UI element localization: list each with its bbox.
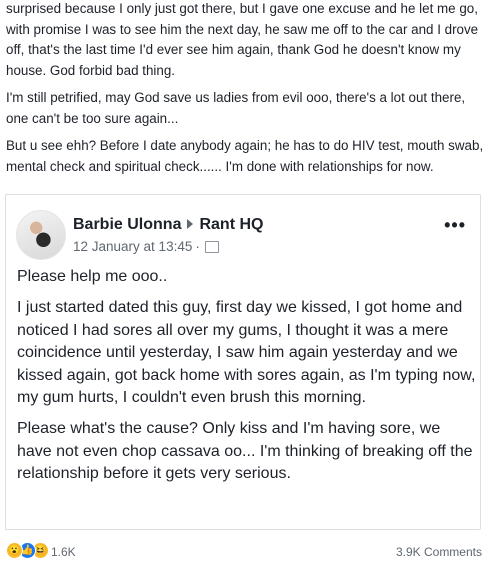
shared-post-header: Barbie Ulonna Rant HQ: [73, 216, 263, 234]
arrow-right-icon: [187, 219, 194, 230]
more-options-button[interactable]: •••: [444, 215, 466, 236]
shared-post-body: Please help me ooo.. I just started date…: [17, 266, 477, 495]
reaction-count[interactable]: 1.6K: [51, 545, 76, 559]
post-body: surprised because I only just got there,…: [6, 0, 484, 184]
post-footer: 😮 👍 😆 1.6K 3.9K Comments: [0, 541, 489, 563]
avatar[interactable]: [16, 210, 66, 260]
shared-post-card[interactable]: Barbie Ulonna Rant HQ 12 January at 13:45…: [5, 194, 481, 530]
shared-paragraph: I just started dated this guy, first day…: [17, 299, 476, 407]
post-paragraph: I'm still petrified, may God save us lad…: [6, 90, 466, 126]
post-paragraph: surprised because I only just got there,…: [6, 1, 479, 78]
author-name-link[interactable]: Barbie Ulonna: [73, 216, 181, 233]
post-paragraph: But u see ehh? Before I date anybody aga…: [6, 138, 484, 174]
comment-count-link[interactable]: 3.9K Comments: [396, 545, 482, 559]
post-meta: 12 January at 13:45 ·: [73, 239, 219, 254]
timestamp-link[interactable]: 12 January at 13:45: [73, 239, 192, 254]
shared-paragraph: Please what's the cause? Only kiss and I…: [17, 420, 473, 483]
group-name-link[interactable]: Rant HQ: [199, 216, 263, 233]
wow-icon: 😮: [6, 542, 23, 559]
facebook-post: surprised because I only just got there,…: [0, 0, 489, 571]
shared-paragraph: Please help me ooo..: [17, 268, 168, 285]
group-audience-icon[interactable]: [204, 241, 219, 254]
